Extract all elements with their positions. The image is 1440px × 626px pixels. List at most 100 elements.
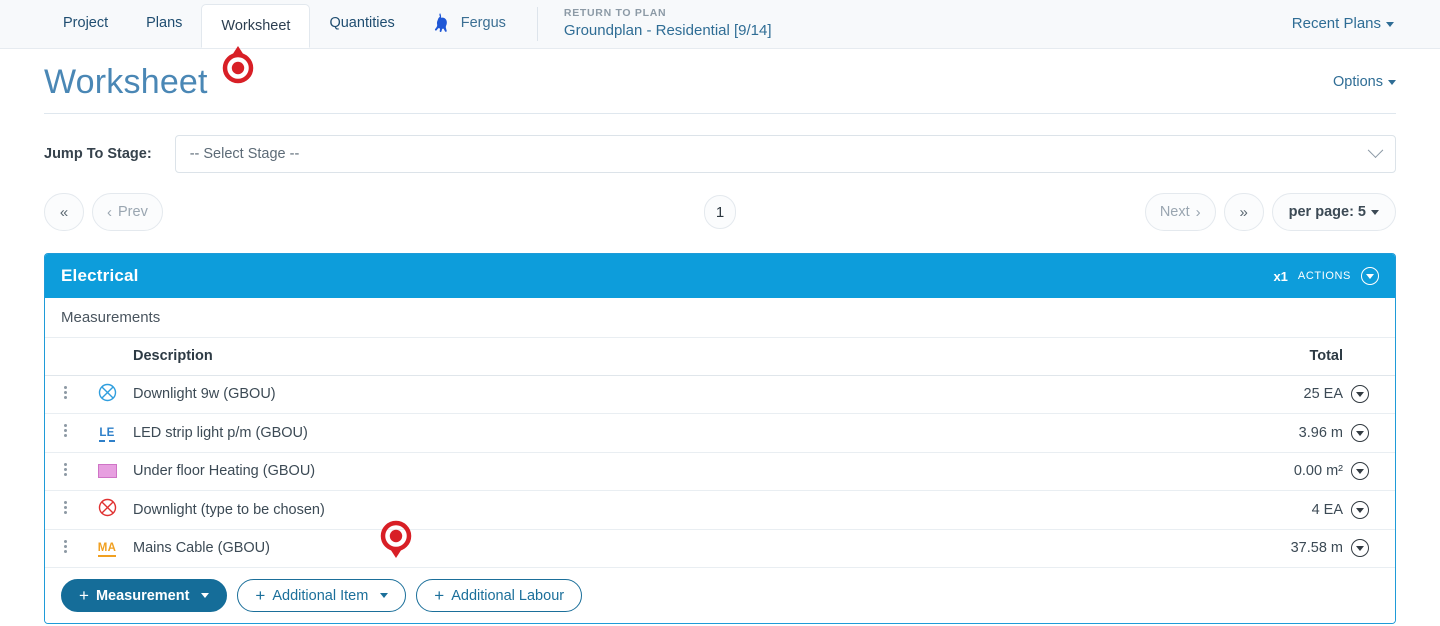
add-additional-item-button[interactable]: + Additional Item bbox=[237, 579, 407, 612]
add-measurement-button[interactable]: + Measurement bbox=[61, 579, 228, 612]
th-drag bbox=[45, 338, 85, 376]
actions-chevron-down-icon[interactable] bbox=[1361, 267, 1379, 285]
drag-dots-icon[interactable] bbox=[63, 499, 67, 517]
plus-icon: + bbox=[255, 586, 266, 605]
worksheet-page: Project Plans Worksheet Quantities Fergu… bbox=[0, 0, 1440, 626]
chevron-right-icon: › bbox=[1195, 203, 1201, 221]
stage-actions-group: x1 ACTIONS bbox=[1273, 267, 1379, 285]
chevron-down-icon bbox=[1371, 209, 1379, 215]
stage-card-header: Electrical x1 ACTIONS bbox=[45, 254, 1395, 298]
top-navigation-bar: Project Plans Worksheet Quantities Fergu… bbox=[0, 0, 1440, 49]
options-dropdown[interactable]: Options bbox=[1333, 74, 1396, 90]
prev-page-label: Prev bbox=[118, 204, 148, 220]
pink-square-icon bbox=[97, 464, 117, 479]
chevron-down-circle-icon[interactable] bbox=[1351, 462, 1369, 481]
th-description: Description bbox=[129, 338, 1191, 376]
stage-select[interactable]: -- Select Stage -- bbox=[174, 135, 1396, 173]
measurements-table: Description Total Downlight 9w (GBOU) 25… bbox=[45, 338, 1395, 568]
return-to-plan[interactable]: RETURN TO PLAN Groundplan - Residential … bbox=[564, 7, 772, 41]
row-expand-button[interactable] bbox=[1351, 413, 1395, 453]
chevron-left-icon: ‹ bbox=[107, 203, 112, 221]
row-drag-handle[interactable] bbox=[45, 375, 85, 414]
page-title: Worksheet bbox=[44, 63, 208, 101]
stage-select-value: -- Select Stage -- bbox=[189, 146, 300, 162]
row-expand-button[interactable] bbox=[1351, 490, 1395, 530]
row-drag-handle[interactable] bbox=[45, 452, 85, 491]
tab-worksheet[interactable]: Worksheet bbox=[201, 4, 311, 48]
return-to-plan-label: RETURN TO PLAN bbox=[563, 7, 667, 20]
chevron-down-icon bbox=[1367, 141, 1384, 158]
jump-to-stage-row: Jump To Stage: -- Select Stage -- bbox=[44, 135, 1396, 173]
plus-icon: + bbox=[434, 586, 445, 605]
first-page-button[interactable]: « bbox=[44, 193, 84, 231]
nav-tabs: Project Plans Worksheet Quantities Fergu… bbox=[44, 0, 525, 48]
drag-dots-icon[interactable] bbox=[63, 422, 67, 440]
tab-plans[interactable]: Plans bbox=[127, 0, 201, 48]
table-header: Description Total bbox=[45, 338, 1395, 376]
last-page-button[interactable]: » bbox=[1223, 193, 1264, 231]
chevron-down-circle-icon[interactable] bbox=[1351, 385, 1369, 404]
stage-title: Electrical bbox=[61, 266, 139, 285]
th-expand bbox=[1351, 338, 1395, 376]
next-page-label: Next bbox=[1159, 204, 1190, 220]
row-type-icon-cell: LE bbox=[85, 413, 129, 453]
per-page-dropdown[interactable]: per page: 5 bbox=[1271, 193, 1396, 231]
current-page-number[interactable]: 1 bbox=[704, 195, 736, 229]
options-label: Options bbox=[1333, 74, 1383, 90]
row-drag-handle[interactable] bbox=[45, 490, 85, 530]
row-drag-handle[interactable] bbox=[45, 529, 85, 568]
prev-page-button[interactable]: ‹ Prev bbox=[92, 193, 163, 231]
table-row[interactable]: Downlight (type to be chosen) 4 EA bbox=[45, 490, 1395, 530]
plus-icon: + bbox=[79, 586, 89, 605]
chevron-down-circle-icon[interactable] bbox=[1351, 500, 1369, 519]
row-total: 37.58 m bbox=[1191, 529, 1351, 568]
row-expand-button[interactable] bbox=[1351, 529, 1395, 568]
table-row[interactable]: Downlight 9w (GBOU) 25 EA bbox=[45, 375, 1395, 414]
chevron-down-circle-icon[interactable] bbox=[1351, 423, 1369, 442]
row-description: Downlight 9w (GBOU) bbox=[129, 375, 1191, 414]
circle-x-red-icon bbox=[98, 499, 117, 521]
return-to-plan-name[interactable]: Groundplan - Residential [9/14] bbox=[564, 22, 772, 41]
row-description: LED strip light p/m (GBOU) bbox=[129, 413, 1191, 453]
table-row[interactable]: LE LED strip light p/m (GBOU) 3.96 m bbox=[45, 413, 1395, 453]
table-row[interactable]: Under floor Heating (GBOU) 0.00 m² bbox=[45, 452, 1395, 491]
row-type-icon-cell bbox=[85, 490, 129, 530]
tab-quantities[interactable]: Quantities bbox=[310, 0, 413, 48]
next-page-button[interactable]: Next › bbox=[1144, 193, 1216, 231]
drag-dots-icon[interactable] bbox=[63, 537, 67, 555]
chevron-down-circle-icon[interactable] bbox=[1351, 539, 1369, 558]
row-expand-button[interactable] bbox=[1351, 452, 1395, 491]
chevron-down-icon bbox=[201, 593, 210, 598]
table-row[interactable]: MA Mains Cable (GBOU) 37.58 m bbox=[45, 529, 1395, 568]
double-chevron-right-icon: » bbox=[1239, 203, 1248, 221]
row-expand-button[interactable] bbox=[1351, 375, 1395, 414]
nav-right: Recent Plans bbox=[1292, 15, 1394, 33]
row-drag-handle[interactable] bbox=[45, 413, 85, 453]
th-icon bbox=[85, 338, 129, 376]
add-additional-item-label: Additional Item bbox=[272, 587, 369, 604]
card-footer-actions: + Measurement + Additional Item + Additi… bbox=[45, 568, 1395, 623]
row-total: 4 EA bbox=[1191, 490, 1351, 530]
row-type-icon-cell: MA bbox=[85, 529, 129, 568]
drag-dots-icon[interactable] bbox=[63, 383, 67, 401]
tab-fergus[interactable]: Fergus bbox=[414, 0, 525, 48]
row-total: 0.00 m² bbox=[1191, 452, 1351, 491]
nav-divider bbox=[536, 7, 538, 41]
row-total: 25 EA bbox=[1191, 375, 1351, 414]
row-description: Downlight (type to be chosen) bbox=[129, 490, 1191, 530]
circle-x-blue-icon bbox=[98, 383, 117, 406]
recent-plans-dropdown[interactable]: Recent Plans bbox=[1292, 15, 1394, 32]
stage-actions-label[interactable]: ACTIONS bbox=[1298, 270, 1351, 282]
add-additional-labour-button[interactable]: + Additional Labour bbox=[416, 579, 583, 612]
tab-project[interactable]: Project bbox=[44, 0, 127, 48]
pagination-bar: « ‹ Prev 1 Next › » per page: 5 bbox=[44, 193, 1396, 231]
le-dashed-line-icon: LE bbox=[99, 427, 115, 442]
chevron-down-icon bbox=[1388, 79, 1396, 85]
stage-quantity-badge: x1 bbox=[1273, 268, 1288, 284]
th-total: Total bbox=[1191, 338, 1351, 376]
drag-dots-icon[interactable] bbox=[63, 460, 67, 478]
row-description: Under floor Heating (GBOU) bbox=[129, 452, 1191, 491]
recent-plans-label: Recent Plans bbox=[1291, 15, 1381, 32]
chevron-down-icon bbox=[1386, 21, 1394, 27]
row-type-icon-cell bbox=[85, 452, 129, 491]
